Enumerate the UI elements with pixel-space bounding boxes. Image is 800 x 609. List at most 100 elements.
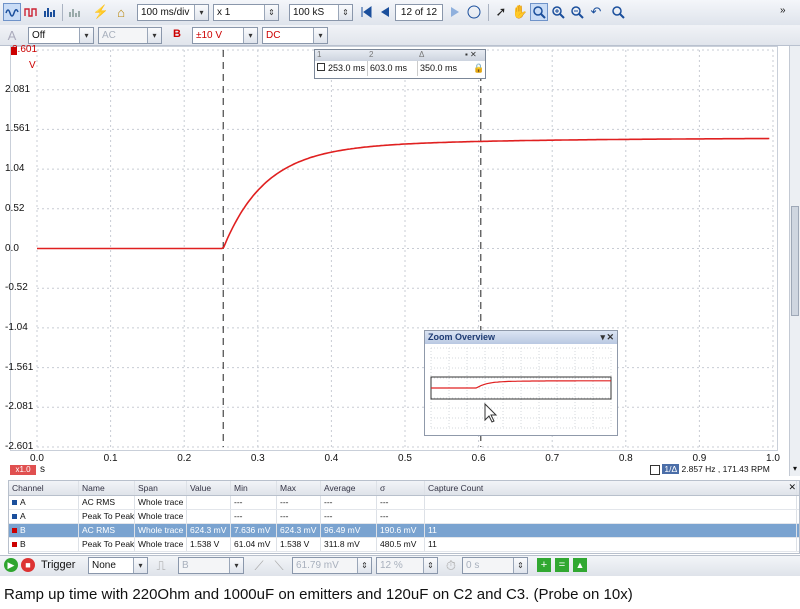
zoom-overview-plot[interactable] bbox=[425, 344, 615, 432]
chevron-down-icon: ▾ bbox=[194, 5, 208, 20]
channel-a-coupling-select[interactable]: AC ▾ bbox=[98, 27, 162, 44]
readout-checkbox[interactable] bbox=[650, 464, 660, 475]
frequency-readout: 1/Δ 2.857 Hz , 171.43 RPM bbox=[650, 464, 770, 475]
trigger-source-select[interactable]: B ▾ bbox=[178, 557, 244, 574]
chevron-down-icon: ▾ bbox=[147, 28, 161, 43]
lock-icon[interactable]: 🔒 bbox=[471, 61, 484, 76]
samples-spinner[interactable]: 100 kS ⇕ bbox=[289, 4, 353, 21]
trigger-delay-field[interactable]: 0 s ⇕ bbox=[462, 557, 528, 574]
run-icon[interactable]: ▶ bbox=[4, 558, 18, 572]
pin-icon[interactable]: ▾ bbox=[600, 331, 605, 344]
ruler-legend[interactable]: 1 2 Δ ▪ ✕ 253.0 ms 603.0 ms 350.0 ms 🔒 bbox=[314, 49, 486, 79]
channel-b-range-select[interactable]: ±10 V ▾ bbox=[192, 27, 258, 44]
chevron-down-icon: ▾ bbox=[243, 28, 257, 43]
x-tick-label: 0.4 bbox=[324, 453, 339, 464]
channel-color-icon bbox=[12, 528, 17, 534]
zoom-out-icon[interactable] bbox=[568, 3, 586, 21]
trigger-mode-select[interactable]: None ▾ bbox=[88, 557, 148, 574]
ruler-delta-header: Δ bbox=[419, 50, 425, 59]
persistence-mode-icon[interactable] bbox=[22, 3, 40, 21]
close-icon[interactable]: ✕ bbox=[788, 482, 796, 493]
spectrum-mode-icon[interactable] bbox=[41, 3, 59, 21]
column-header[interactable]: Average bbox=[321, 481, 377, 495]
toolbar-overflow-icon[interactable]: » bbox=[780, 5, 786, 16]
home-icon[interactable]: ⌂ bbox=[112, 3, 130, 21]
scope-plot[interactable] bbox=[11, 47, 777, 450]
zoom-overview-titlebar[interactable]: Zoom Overview ▾ ✕ bbox=[425, 331, 617, 344]
y-tick-label: 1.561 bbox=[5, 123, 31, 135]
column-header[interactable]: σ bbox=[377, 481, 425, 495]
undo-zoom-icon[interactable]: ↶ bbox=[587, 3, 605, 21]
trigger-threshold-field[interactable]: 61.79 mV ⇕ bbox=[292, 557, 372, 574]
delete-measurement-icon[interactable]: ▲ bbox=[573, 558, 587, 572]
ruler-legend-row: 253.0 ms 603.0 ms 350.0 ms 🔒 bbox=[315, 61, 485, 76]
advanced-trigger-icon[interactable]: ⎍ bbox=[152, 557, 170, 575]
close-icon[interactable]: ✕ bbox=[606, 331, 614, 344]
scrollbar-thumb[interactable] bbox=[791, 206, 799, 316]
table-row[interactable]: A Peak To Peak Whole trace --- --- --- --- bbox=[9, 510, 799, 524]
table-row[interactable]: B Peak To Peak Whole trace 1.538 V 61.04 mV 1… bbox=[9, 538, 799, 552]
x-multiplier-badge[interactable]: x1.0 bbox=[10, 465, 36, 475]
trigger-mode-value: None bbox=[92, 560, 116, 571]
column-header[interactable]: Max bbox=[277, 481, 321, 495]
pointer-tool-icon[interactable]: ➚ bbox=[492, 3, 510, 21]
table-cell: 190.6 mV bbox=[377, 524, 425, 537]
table-cell: --- bbox=[377, 496, 425, 509]
probe-icon[interactable]: ⚡ bbox=[92, 3, 110, 21]
buffer-index-field[interactable]: 12 of 12 bbox=[395, 4, 443, 21]
column-header[interactable]: Capture Count bbox=[425, 481, 797, 495]
stop-icon[interactable]: ■ bbox=[21, 558, 35, 572]
cursor-arrow-icon bbox=[484, 402, 498, 423]
table-cell: --- bbox=[377, 510, 425, 523]
delay-icon[interactable]: ⏱ bbox=[442, 557, 460, 575]
edit-measurement-icon[interactable]: = bbox=[555, 558, 569, 572]
table-row[interactable]: B AC RMS Whole trace 624.3 mV 7.636 mV 624.3 … bbox=[9, 524, 799, 538]
add-measurement-icon[interactable]: + bbox=[537, 558, 551, 572]
first-buffer-icon[interactable] bbox=[357, 3, 375, 21]
measurements-table[interactable]: Channel Name Span Value Min Max Average σ Captur… bbox=[8, 480, 800, 554]
hand-tool-icon[interactable]: ✋ bbox=[511, 3, 529, 21]
scope-graph[interactable] bbox=[10, 46, 778, 451]
x-tick-label: 0.3 bbox=[250, 453, 265, 464]
timebase-select[interactable]: 100 ms/div ▾ bbox=[137, 4, 209, 21]
close-icon[interactable]: ▪ ✕ bbox=[463, 50, 483, 61]
chevron-down-icon: ▾ bbox=[79, 28, 93, 43]
column-header[interactable]: Name bbox=[79, 481, 135, 495]
table-row[interactable]: A AC RMS Whole trace --- --- --- --- bbox=[9, 496, 799, 510]
column-header[interactable]: Min bbox=[231, 481, 277, 495]
channel-a-range-select[interactable]: Off ▾ bbox=[28, 27, 94, 44]
channels-icon[interactable] bbox=[66, 3, 84, 21]
channel-b-coupling-select[interactable]: DC ▾ bbox=[262, 27, 328, 44]
vertical-scrollbar[interactable]: ▾ bbox=[789, 46, 800, 476]
ruler-1-header: 1 bbox=[317, 50, 322, 59]
table-cell bbox=[187, 510, 231, 523]
column-header[interactable]: Span bbox=[135, 481, 187, 495]
channel-b-range-value: ±10 V bbox=[196, 30, 223, 41]
x-tick-label: 1.0 bbox=[766, 453, 780, 464]
channel-toolbar: A Off ▾ AC ▾ B ±10 V ▾ DC ▾ bbox=[0, 25, 800, 46]
rising-edge-icon[interactable]: ⟋ bbox=[250, 557, 268, 575]
scope-mode-icon[interactable] bbox=[3, 3, 21, 21]
pretrigger-field[interactable]: 12 % ⇕ bbox=[376, 557, 438, 574]
prev-buffer-icon[interactable] bbox=[375, 3, 393, 21]
compass-icon[interactable] bbox=[465, 3, 483, 21]
next-buffer-icon[interactable] bbox=[446, 3, 464, 21]
channel-b-label[interactable]: B bbox=[173, 28, 181, 40]
channel-a-icon[interactable]: A bbox=[3, 26, 21, 44]
zoom-area-icon[interactable] bbox=[530, 3, 548, 21]
table-cell: --- bbox=[277, 510, 321, 523]
scroll-down-icon[interactable]: ▾ bbox=[790, 464, 800, 473]
zoom-spinner[interactable]: x 1 ⇕ bbox=[213, 4, 279, 21]
y-tick-label: -1.561 bbox=[5, 361, 34, 373]
x-tick-label: 0.7 bbox=[545, 453, 560, 464]
falling-edge-icon[interactable]: ⟍ bbox=[270, 557, 288, 575]
column-header[interactable]: Channel bbox=[9, 481, 79, 495]
zoom-in-icon[interactable] bbox=[549, 3, 567, 21]
table-cell bbox=[425, 496, 797, 509]
y-tick-label: 2.601 bbox=[12, 44, 38, 55]
zoom-overview-window[interactable]: Zoom Overview ▾ ✕ bbox=[424, 330, 618, 436]
table-cell: 624.3 mV bbox=[187, 524, 231, 537]
y-tick-label: 0.52 bbox=[5, 202, 25, 214]
zoom-fit-icon[interactable] bbox=[609, 3, 627, 21]
column-header[interactable]: Value bbox=[187, 481, 231, 495]
